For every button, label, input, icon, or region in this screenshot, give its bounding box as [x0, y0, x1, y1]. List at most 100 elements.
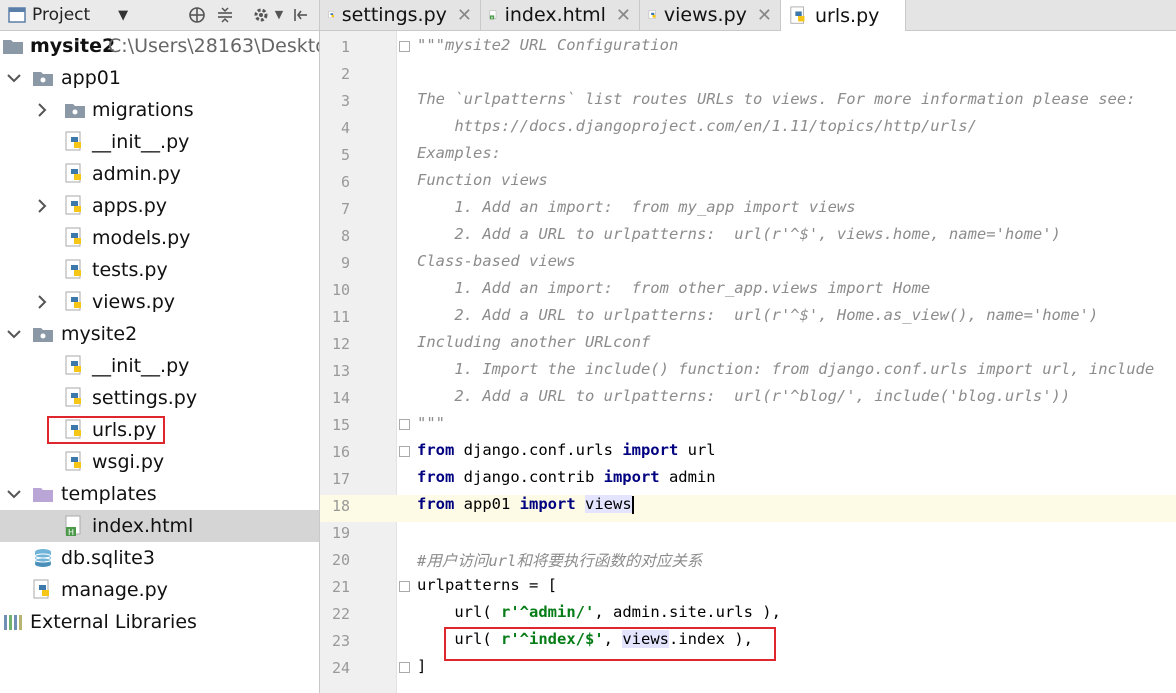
- tab-label: urls.py: [815, 4, 880, 27]
- code-line[interactable]: Function views: [417, 171, 548, 189]
- gear-icon[interactable]: [252, 6, 270, 24]
- code-line[interactable]: The `urlpatterns` list routes URLs to vi…: [417, 90, 1136, 108]
- package-folder-icon: [33, 328, 53, 342]
- code-editor[interactable]: 1 """mysite2 URL Configuration 2 3 The `urlp…: [320, 31, 1176, 693]
- chevron-down-icon[interactable]: ▼: [118, 8, 128, 23]
- code-line[interactable]: Including another URLconf: [417, 333, 650, 351]
- tree-item-apps-py[interactable]: apps.py: [0, 190, 319, 222]
- tree-item-label: tests.py: [92, 259, 168, 281]
- keyword-token: from: [417, 468, 455, 486]
- highlight-box: [47, 416, 165, 444]
- tree-item-db-sqlite3[interactable]: db.sqlite3: [0, 542, 319, 574]
- html-file-icon: H: [489, 10, 497, 20]
- tab-index-html[interactable]: H index.html ✕: [481, 0, 640, 30]
- line-number: 14: [331, 389, 350, 407]
- close-icon[interactable]: ✕: [757, 5, 772, 26]
- comment-token: Class-based views: [417, 252, 576, 270]
- code-line[interactable]: https://docs.djangoproject.com/en/1.11/t…: [417, 117, 977, 135]
- libraries-icon: [4, 615, 22, 630]
- line-number: 19: [331, 524, 350, 542]
- tree-item-wsgi-py[interactable]: wsgi.py: [0, 446, 319, 478]
- line-number: 3: [340, 92, 350, 110]
- tab-label: index.html: [504, 4, 606, 26]
- code-line[interactable]: from app01 import views: [417, 495, 634, 514]
- project-view-selector[interactable]: Project ▼: [8, 5, 128, 25]
- python-file-icon: [65, 259, 81, 279]
- python-file-icon: [33, 579, 49, 599]
- tree-item-settings-py[interactable]: settings.py: [0, 382, 319, 414]
- chevron-down-icon[interactable]: [6, 70, 22, 86]
- chevron-right-icon[interactable]: [34, 198, 50, 214]
- keyword-token: from: [417, 441, 455, 459]
- fold-marker-icon[interactable]: [399, 662, 410, 673]
- fold-marker-icon[interactable]: [399, 41, 410, 52]
- code-line[interactable]: """mysite2 URL Configuration: [417, 36, 678, 54]
- chevron-right-icon[interactable]: [34, 102, 50, 118]
- scroll-from-source-icon[interactable]: [188, 6, 206, 24]
- tree-item-tests-py[interactable]: tests.py: [0, 254, 319, 286]
- code-line[interactable]: 2. Add a URL to urlpatterns: url(r'^blog…: [417, 387, 1070, 405]
- code-line[interactable]: url( r'^admin/', admin.site.urls ),: [417, 603, 781, 621]
- python-file-icon: [65, 387, 81, 407]
- tree-item-index-html[interactable]: H index.html: [0, 510, 319, 542]
- tree-item-admin-py[interactable]: admin.py: [0, 158, 319, 190]
- code-line[interactable]: Class-based views: [417, 252, 576, 270]
- close-icon[interactable]: ✕: [616, 5, 631, 26]
- code-line[interactable]: from django.contrib import admin: [417, 468, 716, 486]
- tree-item-models-py[interactable]: models.py: [0, 222, 319, 254]
- project-tool-window: Project ▼ ▼ mysite2 C:\Users\28163\Deskt…: [0, 0, 320, 693]
- tree-item-label: External Libraries: [30, 611, 197, 633]
- text-caret: [631, 495, 634, 514]
- fold-marker-icon[interactable]: [399, 446, 410, 457]
- fold-marker-icon[interactable]: [399, 581, 410, 592]
- code-line[interactable]: 2. Add a URL to urlpatterns: url(r'^$', …: [417, 306, 1098, 324]
- tree-item-mysite2-root[interactable]: mysite2 C:\Users\28163\Desktop: [0, 30, 319, 62]
- line-number: 13: [331, 362, 350, 380]
- tree-item-label: mysite2: [61, 323, 138, 345]
- tree-item-manage-py[interactable]: manage.py: [0, 574, 319, 606]
- tree-item-views-py[interactable]: views.py: [0, 286, 319, 318]
- tree-item-mysite2-package[interactable]: mysite2: [0, 318, 319, 350]
- tree-item-migrations[interactable]: migrations: [0, 94, 319, 126]
- tree-item-external-libraries[interactable]: External Libraries: [0, 606, 319, 638]
- chevron-right-icon[interactable]: [34, 294, 50, 310]
- svg-text:H: H: [68, 528, 74, 537]
- code-line[interactable]: from django.conf.urls import url: [417, 441, 716, 459]
- comment-token: """mysite2 URL Configuration: [417, 36, 679, 54]
- code-line[interactable]: """: [417, 414, 445, 432]
- chevron-down-icon[interactable]: ▼: [270, 6, 288, 24]
- fold-marker-icon[interactable]: [399, 419, 410, 430]
- tab-settings-py[interactable]: settings.py ✕: [320, 0, 481, 30]
- comment-token: 1. Add an import: from my_app import vie…: [417, 198, 856, 216]
- code-line[interactable]: 1. Add an import: from other_app.views i…: [417, 279, 930, 297]
- code-line[interactable]: 2. Add a URL to urlpatterns: url(r'^$', …: [417, 225, 1061, 243]
- chevron-down-icon[interactable]: [6, 326, 22, 342]
- tree-item-init-py[interactable]: __init__.py: [0, 126, 319, 158]
- line-number: 21: [331, 578, 350, 596]
- code-token: admin: [659, 468, 716, 486]
- tree-item-label: apps.py: [92, 195, 168, 217]
- code-line[interactable]: Examples:: [417, 144, 501, 162]
- comment-token: #用户访问url和将要执行函数的对应关系: [417, 552, 703, 570]
- code-token: url(: [417, 603, 501, 621]
- tab-views-py[interactable]: views.py ✕: [640, 0, 781, 30]
- code-line[interactable]: urlpatterns = [: [417, 576, 557, 594]
- python-file-icon: [790, 5, 805, 24]
- code-line[interactable]: 1. Add an import: from my_app import vie…: [417, 198, 856, 216]
- comment-token: Examples:: [417, 144, 501, 162]
- code-line[interactable]: #用户访问url和将要执行函数的对应关系: [417, 549, 702, 571]
- code-line[interactable]: ]: [417, 657, 426, 675]
- chevron-down-icon[interactable]: [6, 486, 22, 502]
- keyword-token: import: [519, 495, 576, 513]
- collapse-all-icon[interactable]: [216, 6, 234, 24]
- tab-urls-py[interactable]: urls.py: [781, 0, 906, 31]
- hide-panel-icon[interactable]: [292, 6, 310, 24]
- tree-item-app01[interactable]: app01: [0, 62, 319, 94]
- code-line[interactable]: 1. Import the include() function: from d…: [417, 360, 1154, 378]
- close-icon[interactable]: ✕: [457, 5, 472, 26]
- tab-label: settings.py: [341, 4, 447, 26]
- tree-item-templates[interactable]: templates: [0, 478, 319, 510]
- tree-item-label: models.py: [92, 227, 191, 249]
- python-file-icon: [65, 227, 81, 247]
- tree-item-init-py[interactable]: __init__.py: [0, 350, 319, 382]
